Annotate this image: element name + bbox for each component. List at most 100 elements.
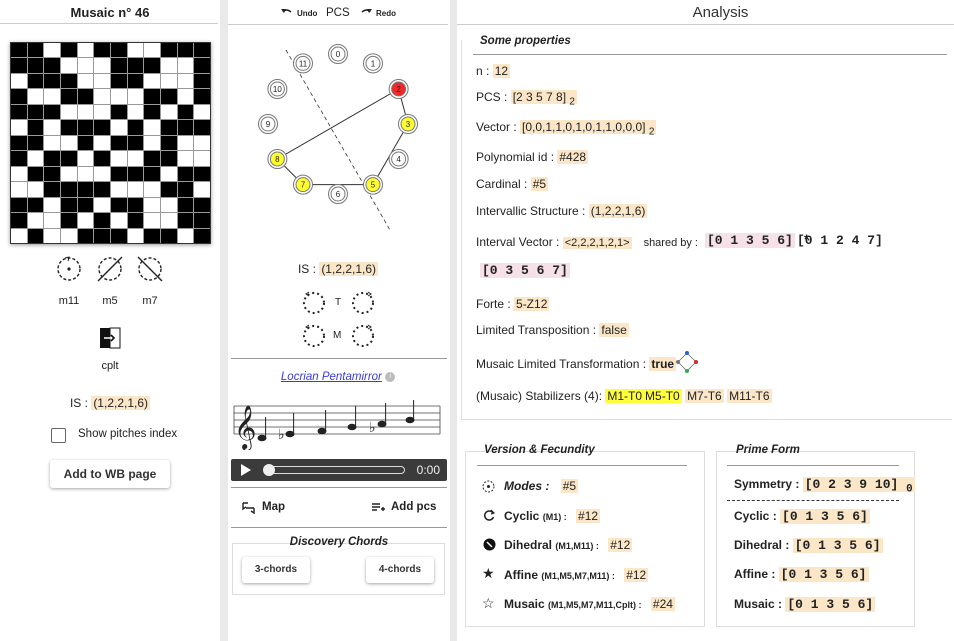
musaic-cell: [94, 166, 110, 182]
m-label: M: [333, 330, 342, 341]
pitch-class-11[interactable]: 11: [293, 53, 313, 74]
musaic-cell: [111, 120, 127, 135]
progress-track[interactable]: [265, 466, 405, 474]
affine-fecundity-row: Affine (M1,M5,M7,M11) : #12: [504, 568, 649, 582]
audio-player[interactable]: 0:00: [231, 459, 447, 481]
show-index-checkbox[interactable]: [51, 428, 66, 443]
add-to-wb-button[interactable]: Add to WB page: [50, 460, 170, 488]
pcs-label: PCS: [326, 7, 350, 19]
multiply-right-icon[interactable]: [351, 324, 375, 348]
add-pcs-icon[interactable]: [371, 502, 385, 514]
pitch-class-3[interactable]: 3: [398, 114, 418, 134]
pitch-class-0[interactable]: 0: [328, 44, 348, 64]
musaic-cell: [11, 213, 27, 228]
musaic-cell: [144, 135, 160, 151]
shared-pcs-1[interactable]: [0 1 3 5 6] *: [705, 233, 810, 248]
musaic-cell: [144, 213, 160, 228]
map-icon[interactable]: [242, 502, 256, 514]
shared-pcs-3[interactable]: [0 3 5 6 7]: [480, 263, 570, 278]
musaic-cell: [44, 104, 60, 120]
musaic-cell: [61, 58, 77, 73]
musaic-cell: [44, 43, 60, 58]
pitch-class-1[interactable]: 1: [363, 53, 383, 74]
progress-knob[interactable]: [263, 464, 275, 476]
musaic-cell: [77, 228, 94, 243]
pitch-class-6[interactable]: 6: [328, 184, 348, 204]
undo-button[interactable]: Undo: [297, 9, 317, 18]
musaic-icon: ☆: [482, 595, 495, 611]
shared-pcs-2[interactable]: [0 1 2 4 7]: [797, 233, 883, 248]
add-pcs-button[interactable]: Add pcs: [391, 501, 436, 513]
musaic-cell: [111, 151, 127, 166]
pcs-panel: Undo PCS Redo 0 1 2 3 4 5 6 7 8 9 10 11 IS : (1,2,2…: [228, 0, 450, 641]
scale-name-link[interactable]: Locrian Pentamirror i: [228, 371, 448, 383]
cyclic-fecundity-row: Cyclic (M1) : #12: [504, 509, 601, 523]
musaic-cell: [161, 43, 177, 58]
svg-text:6: 6: [336, 190, 341, 199]
undo-icon[interactable]: [280, 7, 292, 17]
svg-text:♭: ♭: [369, 420, 376, 436]
chords-4-button[interactable]: 4-chords: [366, 557, 434, 583]
musaic-title: Musaic n° 46: [70, 5, 150, 20]
musaic-cell: [44, 135, 60, 151]
pitch-class-2[interactable]: 2: [388, 79, 409, 99]
pitch-class-5[interactable]: 5: [363, 174, 383, 195]
musaic-fecundity-row: Musaic (M1,M5,M7,M11,Cplt) : #24: [504, 597, 675, 611]
musaic-cell: [94, 104, 110, 120]
musaic-cell: [27, 135, 44, 151]
map-button[interactable]: Map: [262, 501, 285, 513]
cplt-icon[interactable]: [99, 327, 121, 349]
musaic-cell: [161, 73, 177, 89]
limited-transposition-row: Limited Transposition : false: [476, 323, 629, 337]
musaic-grid[interactable]: [10, 42, 211, 244]
musaic-cell: [161, 166, 177, 182]
musaic-cell: [144, 89, 160, 104]
pcs-clock[interactable]: 0 1 2 3 4 5 6 7 8 9 10 11: [228, 40, 450, 240]
musaic-cell: [144, 73, 160, 89]
musaic-cell: [11, 89, 27, 104]
musaic-cell: [61, 182, 77, 197]
musaic-cell: [44, 197, 60, 213]
musaic-cell: [77, 197, 94, 213]
musaic-cell: [94, 213, 110, 228]
musaic-cell: [161, 104, 177, 120]
musaic-cell: [11, 104, 27, 120]
pitch-class-8[interactable]: 8: [267, 149, 288, 169]
musaic-cell: [177, 43, 194, 58]
redo-button[interactable]: Redo: [376, 9, 396, 18]
musaic-cell: [194, 197, 210, 213]
m5-icon[interactable]: [95, 255, 125, 283]
musaic-cell: [161, 228, 177, 243]
musaic-cell: [61, 73, 77, 89]
m11-icon[interactable]: [56, 255, 82, 283]
musaic-cell: [127, 58, 144, 73]
play-icon[interactable]: [240, 463, 252, 477]
musaic-cell: [177, 166, 194, 182]
transformation-diagram-icon[interactable]: [676, 351, 698, 373]
musaic-cell: [94, 120, 110, 135]
musaic-cell: [44, 182, 60, 197]
pf-cyclic-row: Cyclic : [0 1 3 5 6]: [734, 509, 870, 524]
transpose-left-icon[interactable]: [302, 291, 326, 315]
musaic-cell: [77, 151, 94, 166]
transpose-right-icon[interactable]: [351, 291, 375, 315]
musaic-cell: [94, 58, 110, 73]
musaic-cell: [44, 166, 60, 182]
musaic-cell: [194, 104, 210, 120]
pitch-class-4[interactable]: 4: [388, 149, 409, 169]
multiply-left-icon[interactable]: [302, 324, 326, 348]
m7-icon[interactable]: [135, 255, 165, 283]
interval-vector-row: Interval Vector : <2,2,2,1,2,1> shared by…: [476, 235, 698, 249]
cyclic-icon: [484, 509, 495, 521]
musaic-cell: [61, 166, 77, 182]
info-icon[interactable]: i: [385, 371, 396, 382]
musaic-cell: [111, 104, 127, 120]
musaic-cell: [177, 182, 194, 197]
redo-icon[interactable]: [361, 7, 373, 17]
musaic-cell: [127, 43, 144, 58]
pitch-class-10[interactable]: 10: [267, 79, 288, 99]
chords-3-button[interactable]: 3-chords: [242, 557, 310, 583]
pitch-class-9[interactable]: 9: [258, 114, 278, 134]
pcs-row: PCS : [2 3 5 7 8] 2: [476, 90, 577, 108]
pitch-class-7[interactable]: 7: [293, 174, 313, 195]
